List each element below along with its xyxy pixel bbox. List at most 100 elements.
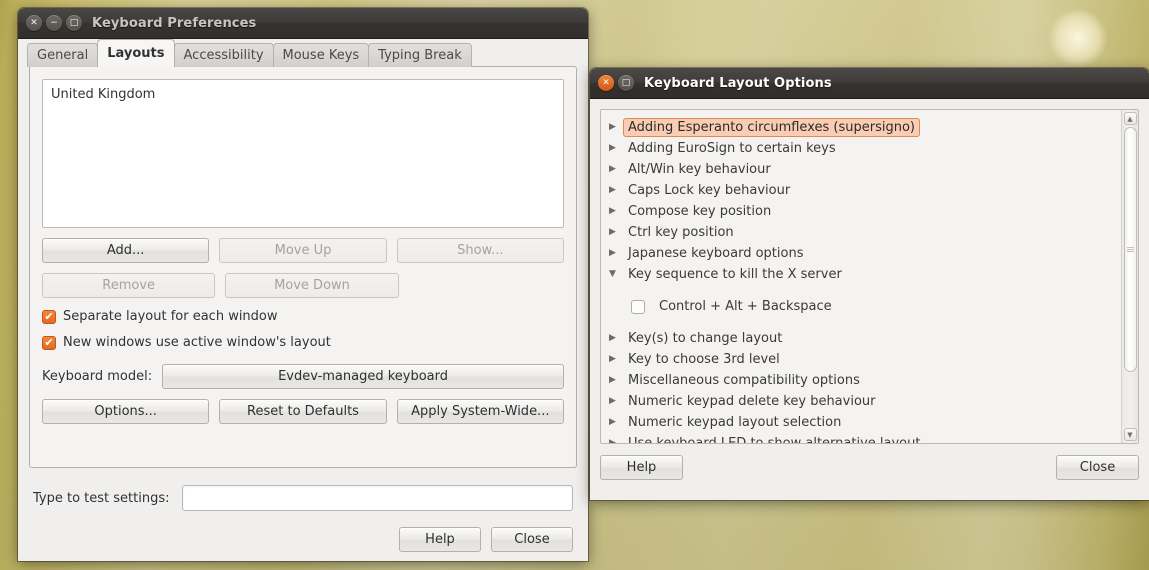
chevron-right-icon[interactable]: ▶ [609, 144, 623, 153]
maximize-icon[interactable]: □ [66, 15, 82, 31]
tree-row[interactable]: ▶ Adding Esperanto circumflexes (supersi… [601, 117, 1121, 138]
separate-layout-checkbox-row[interactable]: ✔ Separate layout for each window [42, 309, 564, 324]
triangle-down-icon[interactable]: ▼ [1123, 428, 1137, 441]
checkmark-icon[interactable]: ✔ [42, 309, 56, 324]
tree-row-label: Miscellaneous compatibility options [628, 373, 860, 388]
tree-row[interactable]: ▶ Miscellaneous compatibility options [601, 370, 1121, 391]
tree-row[interactable]: ▶ Japanese keyboard options [601, 243, 1121, 264]
remove-layout-button[interactable]: Remove [42, 273, 216, 298]
layout-buttons-row-1: Add... Move Up Show... [42, 238, 564, 263]
move-up-button[interactable]: Move Up [219, 238, 387, 263]
tree-row-label: Alt/Win key behaviour [628, 162, 771, 177]
layout-options-tree-frame: ▶ Adding Esperanto circumflexes (supersi… [600, 109, 1139, 444]
window-controls: ✕ □ [598, 75, 634, 91]
window-controls: ✕ − □ [26, 15, 82, 31]
chevron-right-icon[interactable]: ▶ [609, 376, 623, 385]
tree-row[interactable]: ▶ Key(s) to change layout [601, 328, 1121, 349]
tree-row-label: Key(s) to change layout [628, 331, 783, 346]
layout-options-dialog-buttons: Help Close [600, 455, 1139, 480]
tree-row-label: Key sequence to kill the X server [628, 267, 842, 282]
chevron-right-icon[interactable]: ▶ [609, 207, 623, 216]
list-item[interactable]: United Kingdom [51, 86, 555, 104]
separate-layout-label: Separate layout for each window [63, 309, 278, 324]
new-windows-layout-checkbox-row[interactable]: ✔ New windows use active window's layout [42, 335, 564, 350]
chevron-right-icon[interactable]: ▶ [609, 249, 623, 258]
move-down-button[interactable]: Move Down [225, 273, 399, 298]
keyboard-layout-options-window: ✕ □ Keyboard Layout Options ▶ Adding Esp… [590, 68, 1149, 500]
help-button[interactable]: Help [399, 527, 481, 552]
tree-row[interactable]: ▶ Adding EuroSign to certain keys [601, 138, 1121, 159]
triangle-up-icon[interactable]: ▲ [1123, 112, 1137, 125]
chevron-right-icon[interactable]: ▶ [609, 186, 623, 195]
tab-general[interactable]: General [27, 43, 99, 67]
tree-row-label: Use keyboard LED to show alternative lay… [623, 434, 925, 443]
options-button[interactable]: Options... [42, 399, 210, 424]
tree-row-label: Key to choose 3rd level [628, 352, 780, 367]
layout-options-tree[interactable]: ▶ Adding Esperanto circumflexes (supersi… [601, 110, 1121, 443]
tab-layouts[interactable]: Layouts [97, 39, 175, 67]
show-layout-button[interactable]: Show... [396, 238, 564, 263]
keyboard-layout-options-titlebar[interactable]: ✕ □ Keyboard Layout Options [590, 68, 1149, 99]
tree-row[interactable]: ▶ Ctrl key position [601, 222, 1121, 243]
chevron-right-icon[interactable]: ▶ [609, 334, 623, 343]
scrollbar-thumb[interactable] [1123, 127, 1137, 373]
tree-row[interactable]: ▶ Compose key position [601, 201, 1121, 222]
minimize-icon[interactable]: − [46, 15, 62, 31]
chevron-right-icon[interactable]: ▶ [609, 165, 623, 174]
checkbox-unchecked-icon[interactable] [631, 299, 645, 314]
tab-accessibility[interactable]: Accessibility [173, 43, 274, 67]
keyboard-layout-options-body: ▶ Adding Esperanto circumflexes (supersi… [590, 109, 1149, 500]
keyboard-preferences-titlebar[interactable]: ✕ − □ Keyboard Preferences [18, 8, 588, 39]
chevron-right-icon[interactable]: ▶ [609, 418, 623, 427]
apply-system-wide-button[interactable]: Apply System-Wide... [396, 399, 564, 424]
tab-strip: General Layouts Accessibility Mouse Keys… [18, 39, 588, 67]
close-button[interactable]: Close [491, 527, 573, 552]
reset-to-defaults-button[interactable]: Reset to Defaults [219, 399, 387, 424]
scrollbar-track[interactable] [1123, 127, 1137, 426]
tree-row-label: Numeric keypad layout selection [628, 415, 842, 430]
window-title: Keyboard Preferences [92, 15, 257, 31]
chevron-right-icon[interactable]: ▶ [609, 123, 623, 132]
tab-typing-break[interactable]: Typing Break [368, 43, 472, 67]
tree-row[interactable]: ▶ Numeric keypad delete key behaviour [601, 391, 1121, 412]
chevron-down-icon[interactable]: ▼ [609, 270, 623, 279]
close-icon[interactable]: ✕ [26, 15, 42, 31]
close-button[interactable]: Close [1056, 455, 1139, 480]
tree-child-row[interactable]: Control + Alt + Backspace [601, 296, 1121, 317]
close-icon[interactable]: ✕ [598, 75, 614, 91]
help-button[interactable]: Help [600, 455, 683, 480]
chevron-right-icon[interactable]: ▶ [609, 439, 623, 444]
tree-row[interactable]: ▶ Use keyboard LED to show alternative l… [601, 433, 1121, 443]
chevron-right-icon[interactable]: ▶ [609, 355, 623, 364]
keyboard-model-label: Keyboard model: [42, 369, 153, 384]
tree-row[interactable]: ▶ Alt/Win key behaviour [601, 159, 1121, 180]
preferences-dialog-buttons: Help Close [33, 527, 573, 552]
maximize-icon[interactable]: □ [618, 75, 634, 91]
keyboard-action-buttons: Options... Reset to Defaults Apply Syste… [42, 399, 564, 424]
tree-row-label: Ctrl key position [628, 225, 734, 240]
tree-row-label: Numeric keypad delete key behaviour [628, 394, 876, 409]
tab-mouse-keys[interactable]: Mouse Keys [272, 43, 370, 67]
test-settings-row: Type to test settings: [33, 485, 573, 511]
chevron-right-icon[interactable]: ▶ [609, 228, 623, 237]
tree-row[interactable]: ▶ Numeric keypad layout selection [601, 412, 1121, 433]
tree-row-label: Adding EuroSign to certain keys [628, 141, 836, 156]
add-layout-button[interactable]: Add... [42, 238, 210, 263]
tree-row-label: Adding Esperanto circumflexes (supersign… [623, 118, 920, 137]
checkmark-icon[interactable]: ✔ [42, 335, 56, 350]
test-settings-input[interactable] [181, 485, 573, 511]
tree-row-expanded[interactable]: ▼ Key sequence to kill the X server [601, 264, 1121, 285]
tree-row-label: Caps Lock key behaviour [628, 183, 791, 198]
keyboard-model-button[interactable]: Evdev-managed keyboard [162, 364, 564, 389]
tree-row[interactable]: ▶ Caps Lock key behaviour [601, 180, 1121, 201]
keyboard-model-row: Keyboard model: Evdev-managed keyboard [42, 364, 564, 389]
scrollbar-grip-icon [1126, 247, 1134, 253]
tree-row[interactable]: ▶ Key to choose 3rd level [601, 349, 1121, 370]
vertical-scrollbar[interactable]: ▲ ▼ [1121, 110, 1138, 443]
tree-row-label: Japanese keyboard options [628, 246, 804, 261]
installed-layouts-list[interactable]: United Kingdom [42, 79, 564, 228]
layouts-tab-panel: United Kingdom Add... Move Up Show... Re… [29, 66, 577, 468]
chevron-right-icon[interactable]: ▶ [609, 397, 623, 406]
